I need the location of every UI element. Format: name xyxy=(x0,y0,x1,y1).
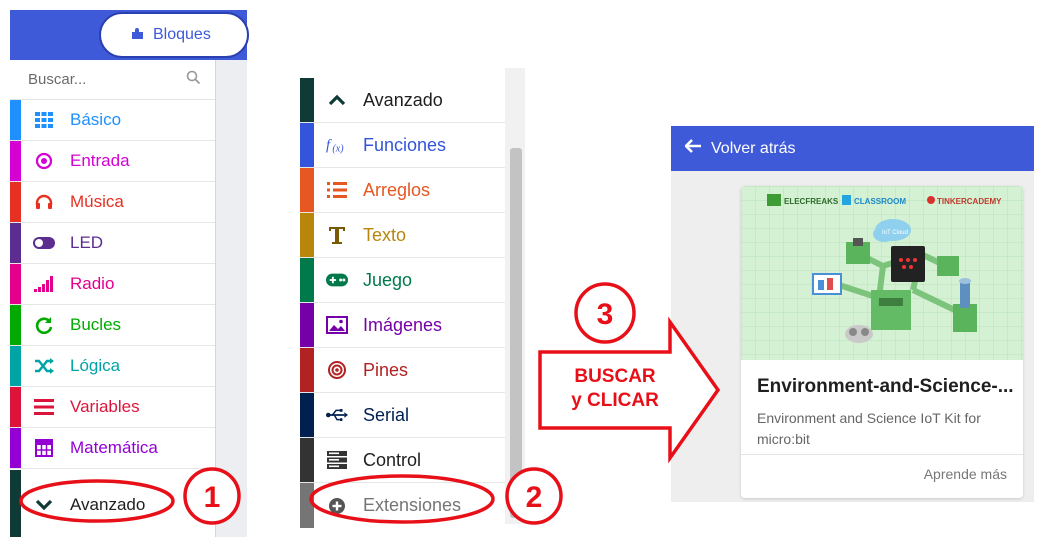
step-number: 2 xyxy=(526,481,543,514)
highlight-ellipse xyxy=(309,474,495,524)
step-number: 3 xyxy=(597,298,614,331)
annotation-overlay: 1 2 3 BUSCAR y CLICAR xyxy=(19,282,721,525)
highlight-ellipse xyxy=(19,479,175,523)
step-number: 1 xyxy=(204,481,221,514)
instruction-line1: BUSCAR xyxy=(574,366,656,387)
instruction-line2: y CLICAR xyxy=(571,390,659,411)
